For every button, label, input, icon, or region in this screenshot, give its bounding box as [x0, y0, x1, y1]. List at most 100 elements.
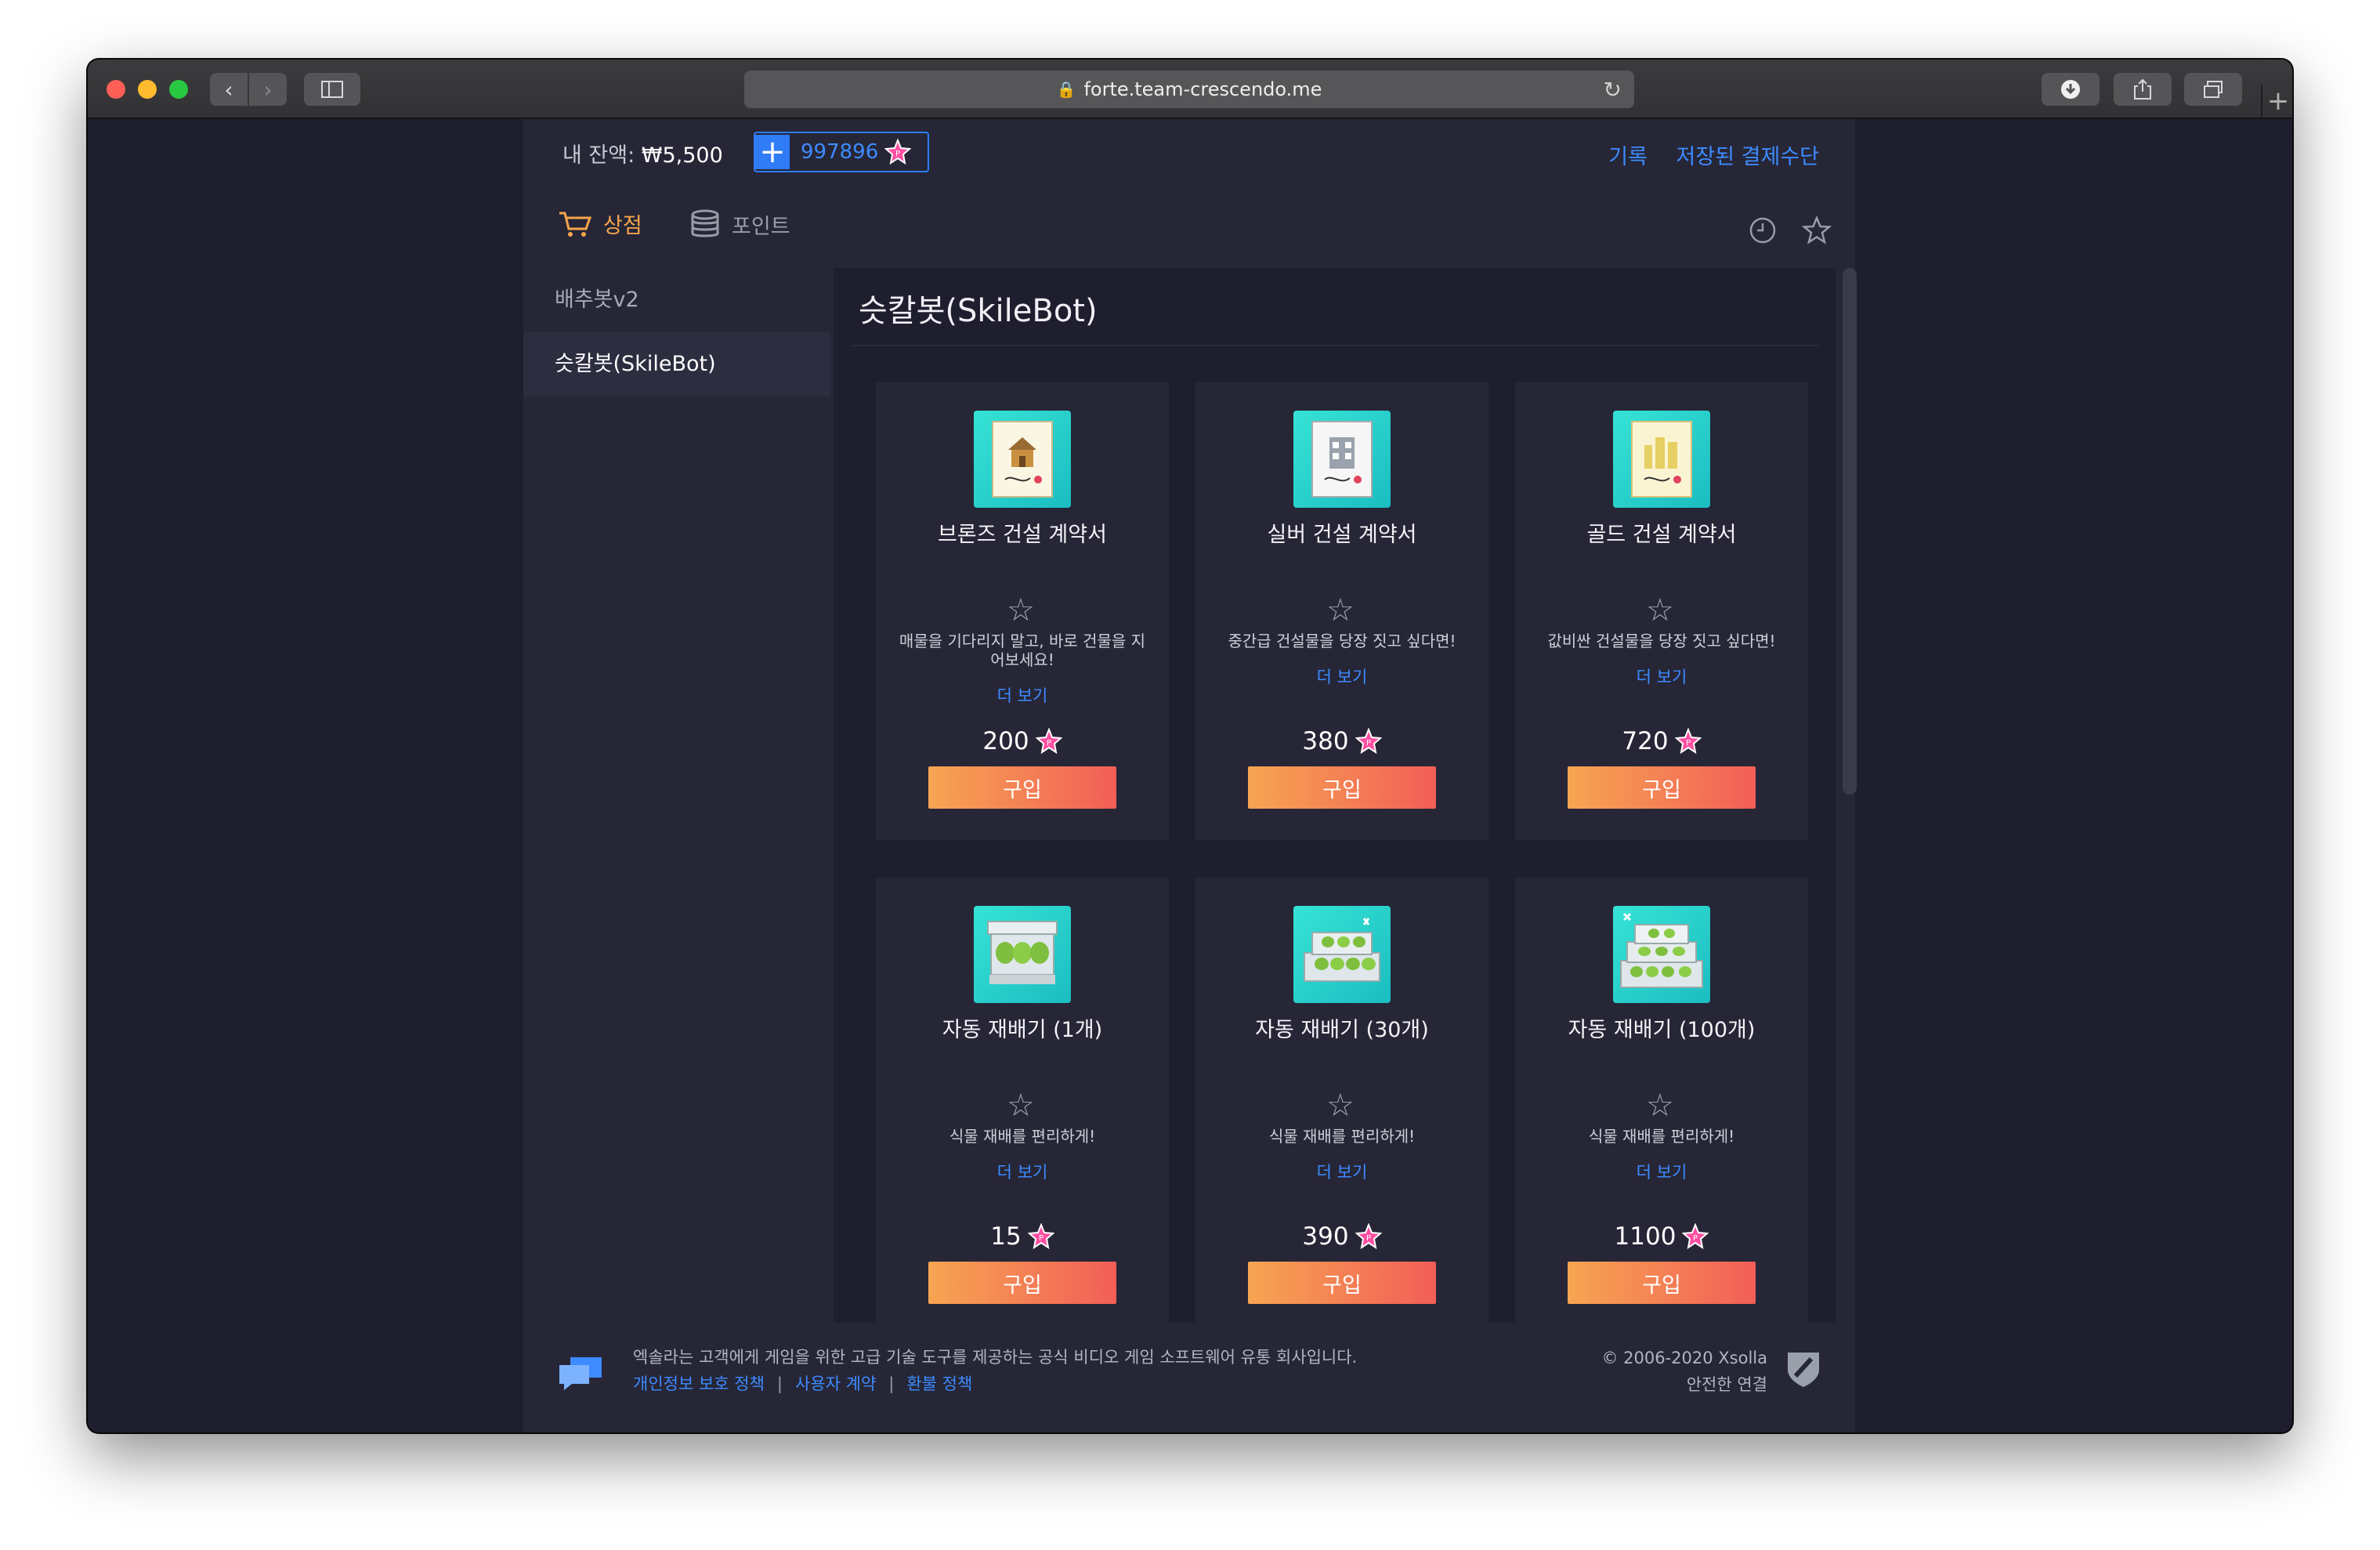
user-agreement-link[interactable]: 사용자 계약 [795, 1374, 876, 1393]
top-links: 기록 저장된 결제수단 [1586, 139, 1819, 170]
share-icon [2134, 78, 2151, 100]
more-link[interactable]: 더 보기 [1515, 665, 1808, 688]
zoom-window-button[interactable] [169, 80, 188, 99]
price-value: 1100 [1614, 1222, 1676, 1251]
star-outline-icon[interactable]: ☆ [1326, 1088, 1355, 1124]
svg-text:P: P [1039, 1234, 1044, 1243]
lock-icon: 🔒 [1056, 80, 1076, 99]
contract-house-icon [974, 411, 1071, 508]
url-text: forte.team-crescendo.me [1083, 78, 1322, 100]
product-card[interactable]: 자동 재배기 (100개) ☆ 식물 재배를 편리하게! 더 보기 1100 P… [1515, 878, 1808, 1323]
close-window-button[interactable] [107, 80, 125, 99]
product-description: 값비싼 건설물을 당장 짓고 싶다면! [1547, 632, 1776, 650]
star-outline-icon[interactable]: ☆ [1326, 592, 1355, 628]
product-name: 골드 건설 계약서 [1586, 523, 1737, 547]
star-outline-icon[interactable] [1801, 215, 1832, 248]
tab-overview-button[interactable] [2184, 73, 2242, 106]
saved-payment-link[interactable]: 저장된 결제수단 [1676, 145, 1819, 169]
point-star-icon: P [1355, 728, 1382, 755]
product-name: 자동 재배기 (30개) [1255, 1018, 1429, 1042]
more-link[interactable]: 더 보기 [1515, 1160, 1808, 1183]
tabs-icon [2204, 81, 2223, 98]
planter-icon [974, 906, 1071, 1003]
planter-pile-icon [1613, 906, 1710, 1003]
buy-button[interactable]: 구입 [1568, 1262, 1756, 1304]
refund-policy-link[interactable]: 환불 정책 [906, 1374, 972, 1393]
product-description: 매물을 기다리지 말고, 바로 건물을 지어보세요! [899, 632, 1146, 669]
plus-icon: + [2266, 85, 2290, 117]
more-link[interactable]: 더 보기 [876, 1160, 1169, 1183]
sidebar-toggle-button[interactable] [304, 73, 360, 106]
more-link[interactable]: 더 보기 [876, 683, 1169, 707]
points-badge[interactable]: + 997896 P [754, 132, 929, 172]
footer-right: © 2006-2020 Xsolla 안전한 연결 [1601, 1345, 1767, 1398]
star-outline-icon[interactable]: ☆ [1646, 1088, 1674, 1124]
product-price: 200 P [876, 727, 1169, 755]
more-link[interactable]: 더 보기 [1195, 1160, 1488, 1183]
more-link[interactable]: 더 보기 [1195, 665, 1488, 688]
contract-building-icon [1293, 411, 1391, 508]
product-name: 실버 건설 계약서 [1267, 523, 1417, 547]
sidebar-icon [321, 81, 343, 98]
share-button[interactable] [2114, 73, 2172, 106]
svg-text:P: P [1047, 739, 1051, 748]
product-card[interactable]: 브론즈 건설 계약서 ☆ 매물을 기다리지 말고, 바로 건물을 지어보세요! … [876, 382, 1169, 840]
sidebar-item-skilebot[interactable]: 슷칼봇(SkileBot) [523, 332, 830, 397]
product-card[interactable]: 실버 건설 계약서 ☆ 중간급 건설물을 당장 짓고 싶다면! 더 보기 380… [1195, 382, 1488, 840]
product-description: 식물 재배를 편리하게! [949, 1127, 1096, 1146]
product-card[interactable]: 골드 건설 계약서 ☆ 값비싼 건설물을 당장 짓고 싶다면! 더 보기 720… [1515, 382, 1808, 840]
tab-shop[interactable]: 상점 [558, 208, 642, 239]
price-value: 15 [990, 1222, 1022, 1251]
price-value: 200 [982, 727, 1029, 755]
point-star-icon: P [1355, 1223, 1382, 1250]
back-button[interactable]: ‹ [210, 73, 248, 106]
chat-bubbles-icon [559, 1357, 602, 1390]
product-description: 식물 재배를 편리하게! [1268, 1127, 1416, 1146]
cart-icon [559, 212, 592, 237]
secure-connection: 안전한 연결 [1686, 1375, 1767, 1394]
page: 내 잔액: ₩5,500 + 997896 P 기록 저장된 결제수단 상점 포… [88, 119, 2292, 1432]
scrollbar[interactable] [1843, 268, 1857, 795]
tab-shop-label: 상점 [603, 214, 642, 238]
address-bar[interactable]: 🔒 forte.team-crescendo.me ↻ [744, 71, 1634, 108]
history-link[interactable]: 기록 [1608, 145, 1648, 169]
privacy-policy-link[interactable]: 개인정보 보호 정책 [633, 1374, 765, 1393]
star-outline-icon[interactable]: ☆ [1646, 592, 1674, 628]
buy-button[interactable]: 구입 [1248, 766, 1436, 809]
browser-toolbar: ‹ › 🔒 forte.team-crescendo.me ↻ + [88, 60, 2292, 119]
product-price: 720 P [1515, 727, 1808, 755]
point-star-icon: P [1035, 728, 1062, 755]
product-card[interactable]: 자동 재배기 (1개) ☆ 식물 재배를 편리하게! 더 보기 15 P 구입 [876, 878, 1169, 1323]
price-value: 390 [1302, 1222, 1349, 1251]
buy-button[interactable]: 구입 [1248, 1262, 1436, 1304]
minimize-window-button[interactable] [138, 80, 157, 99]
footer-links: 개인정보 보호 정책 | 사용자 계약 | 환불 정책 [633, 1371, 972, 1395]
forward-button[interactable]: › [249, 73, 287, 106]
sidebar-item-baechubot[interactable]: 배추봇v2 [523, 268, 830, 332]
tab-bar: 상점 포인트 [523, 201, 1855, 255]
download-icon [2061, 80, 2080, 99]
reload-icon[interactable]: ↻ [1604, 77, 1622, 103]
buy-button[interactable]: 구입 [1568, 766, 1756, 809]
product-description: 식물 재배를 편리하게! [1588, 1127, 1735, 1146]
buy-button[interactable]: 구입 [928, 1262, 1116, 1304]
separator: | [888, 1374, 895, 1393]
clock-icon[interactable] [1749, 216, 1777, 248]
browser-window: ‹ › 🔒 forte.team-crescendo.me ↻ + 내 잔액: … [88, 60, 2292, 1432]
downloads-button[interactable] [2042, 73, 2100, 106]
point-star-icon: P [1674, 728, 1702, 755]
star-outline-icon[interactable]: ☆ [1007, 592, 1035, 628]
product-name: 자동 재배기 (100개) [1568, 1018, 1756, 1042]
tab-points[interactable]: 포인트 [689, 208, 790, 240]
star-outline-icon[interactable]: ☆ [1007, 1088, 1035, 1124]
point-star-icon: P [1682, 1223, 1709, 1250]
contract-city-icon [1613, 411, 1710, 508]
add-points-icon[interactable]: + [755, 135, 790, 169]
price-value: 720 [1622, 727, 1669, 755]
buy-button[interactable]: 구입 [928, 766, 1116, 809]
new-tab-button[interactable]: + [2261, 85, 2292, 118]
separator: | [776, 1374, 783, 1393]
svg-text:P: P [1693, 1234, 1698, 1243]
product-card[interactable]: 자동 재배기 (30개) ☆ 식물 재배를 편리하게! 더 보기 390 P 구… [1195, 878, 1488, 1323]
svg-text:P: P [895, 150, 900, 158]
